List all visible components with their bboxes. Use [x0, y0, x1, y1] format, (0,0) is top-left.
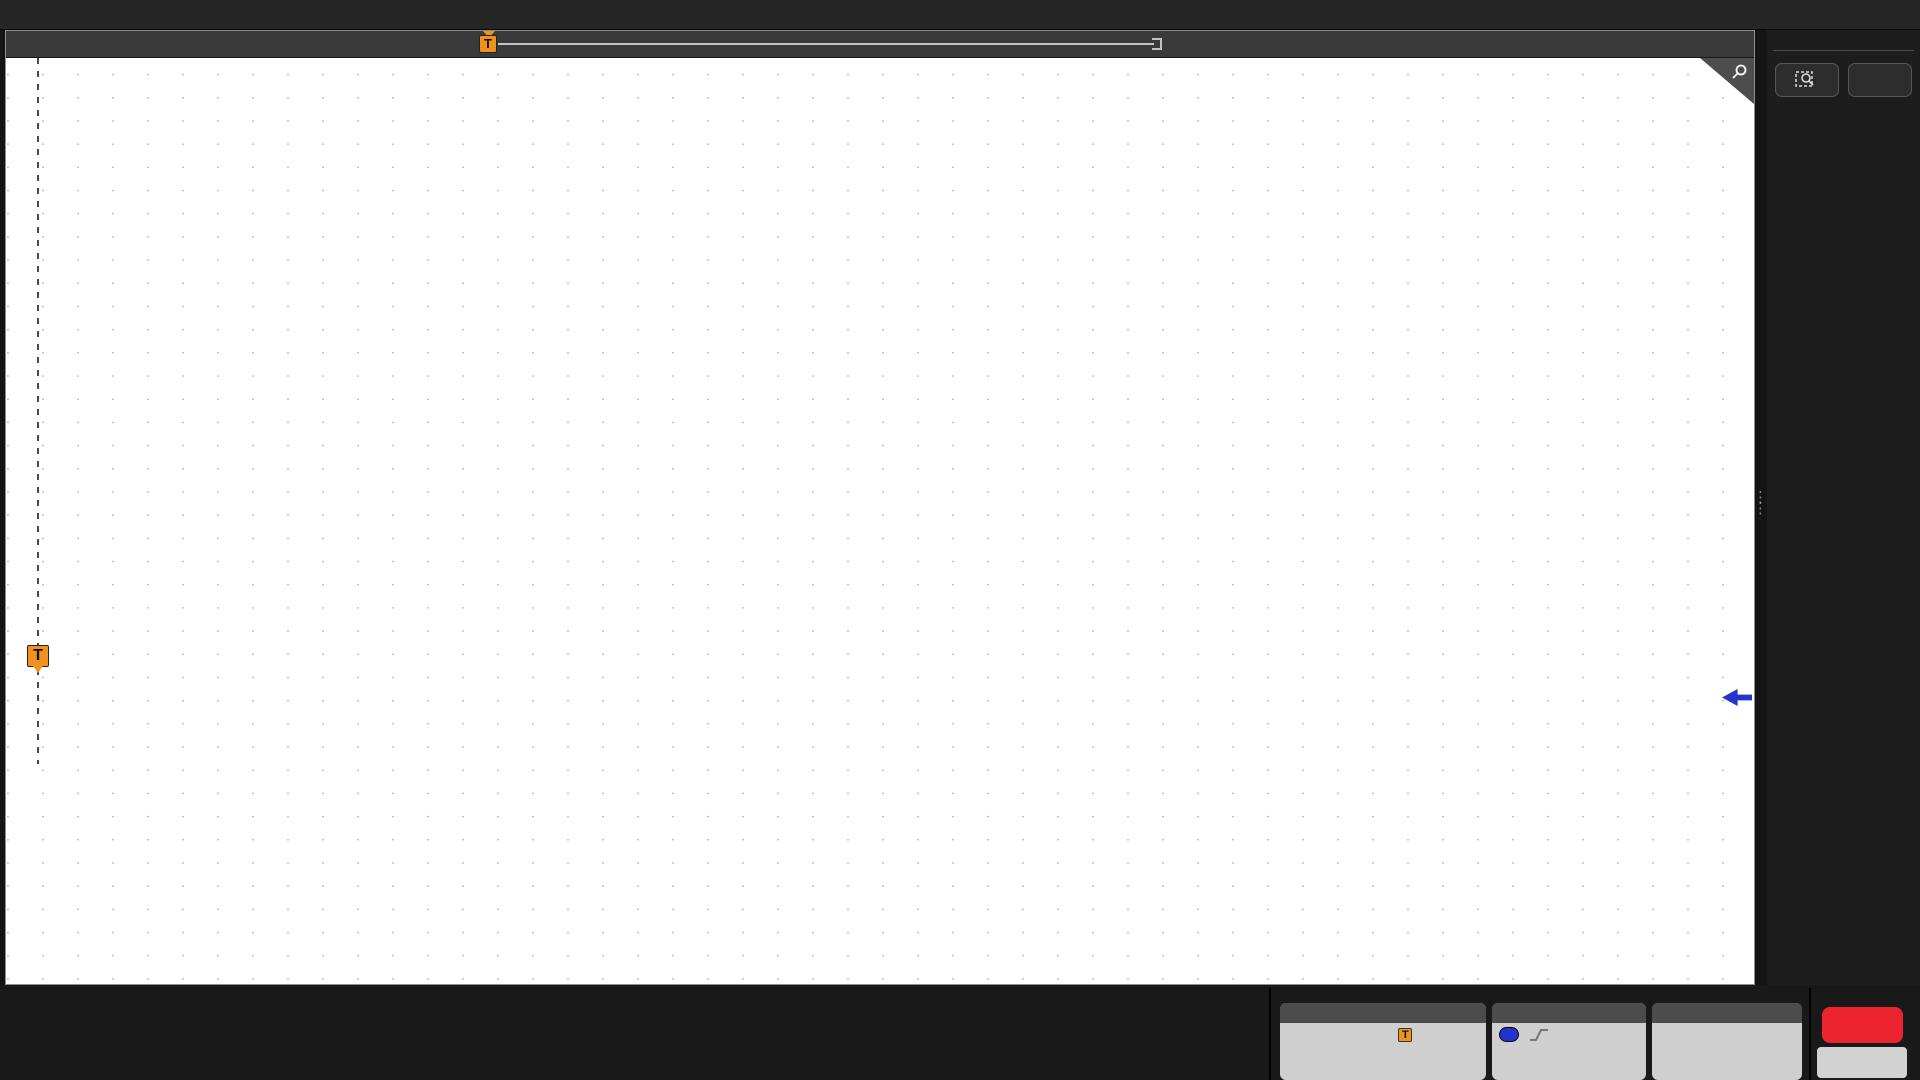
waveform-plot[interactable]: T: [6, 58, 1754, 984]
record-view-end-bracket: [1152, 38, 1162, 50]
datetime-display[interactable]: [1817, 1047, 1907, 1078]
run-stop-status-button[interactable]: [1822, 1007, 1903, 1043]
zoom-region-button[interactable]: [1775, 63, 1839, 97]
magnifier-icon: [1729, 62, 1749, 82]
acquisition-panel[interactable]: [1652, 1003, 1802, 1080]
record-view-bar[interactable]: [498, 43, 1154, 45]
trigger-panel[interactable]: [1492, 1003, 1646, 1080]
waveform-title-bar: T: [6, 31, 1754, 58]
trigger-position-percent: T: [1398, 1023, 1416, 1042]
record-length: [1287, 1023, 1398, 1042]
record-trigger-icon[interactable]: T: [479, 35, 497, 53]
bottom-divider-1: [1269, 988, 1271, 1080]
trigger-panel-title: [1492, 1003, 1646, 1023]
sidebar-divider: [1773, 50, 1914, 51]
horizontal-panel[interactable]: T: [1280, 1003, 1486, 1080]
trigger-level-arrow[interactable]: [1722, 689, 1752, 706]
right-sidebar: [1767, 30, 1920, 985]
horizontal-panel-title: [1280, 1003, 1486, 1023]
menu-bar: [0, 0, 1920, 30]
acquisition-panel-title: [1652, 1003, 1802, 1023]
trigger-pos-icon: T: [1398, 1028, 1412, 1042]
more-button[interactable]: [1848, 63, 1912, 97]
rising-edge-icon: [1529, 1027, 1549, 1042]
trigger-position-marker[interactable]: T: [27, 645, 49, 667]
bottom-bar: T: [0, 985, 1920, 1080]
zoom-corner-button[interactable]: [1700, 58, 1754, 104]
zoom-region-icon: [1794, 69, 1820, 91]
waveform-window: T T: [5, 30, 1755, 985]
bottom-divider-2: [1809, 988, 1811, 1080]
trigger-source-badge: [1499, 1027, 1519, 1042]
